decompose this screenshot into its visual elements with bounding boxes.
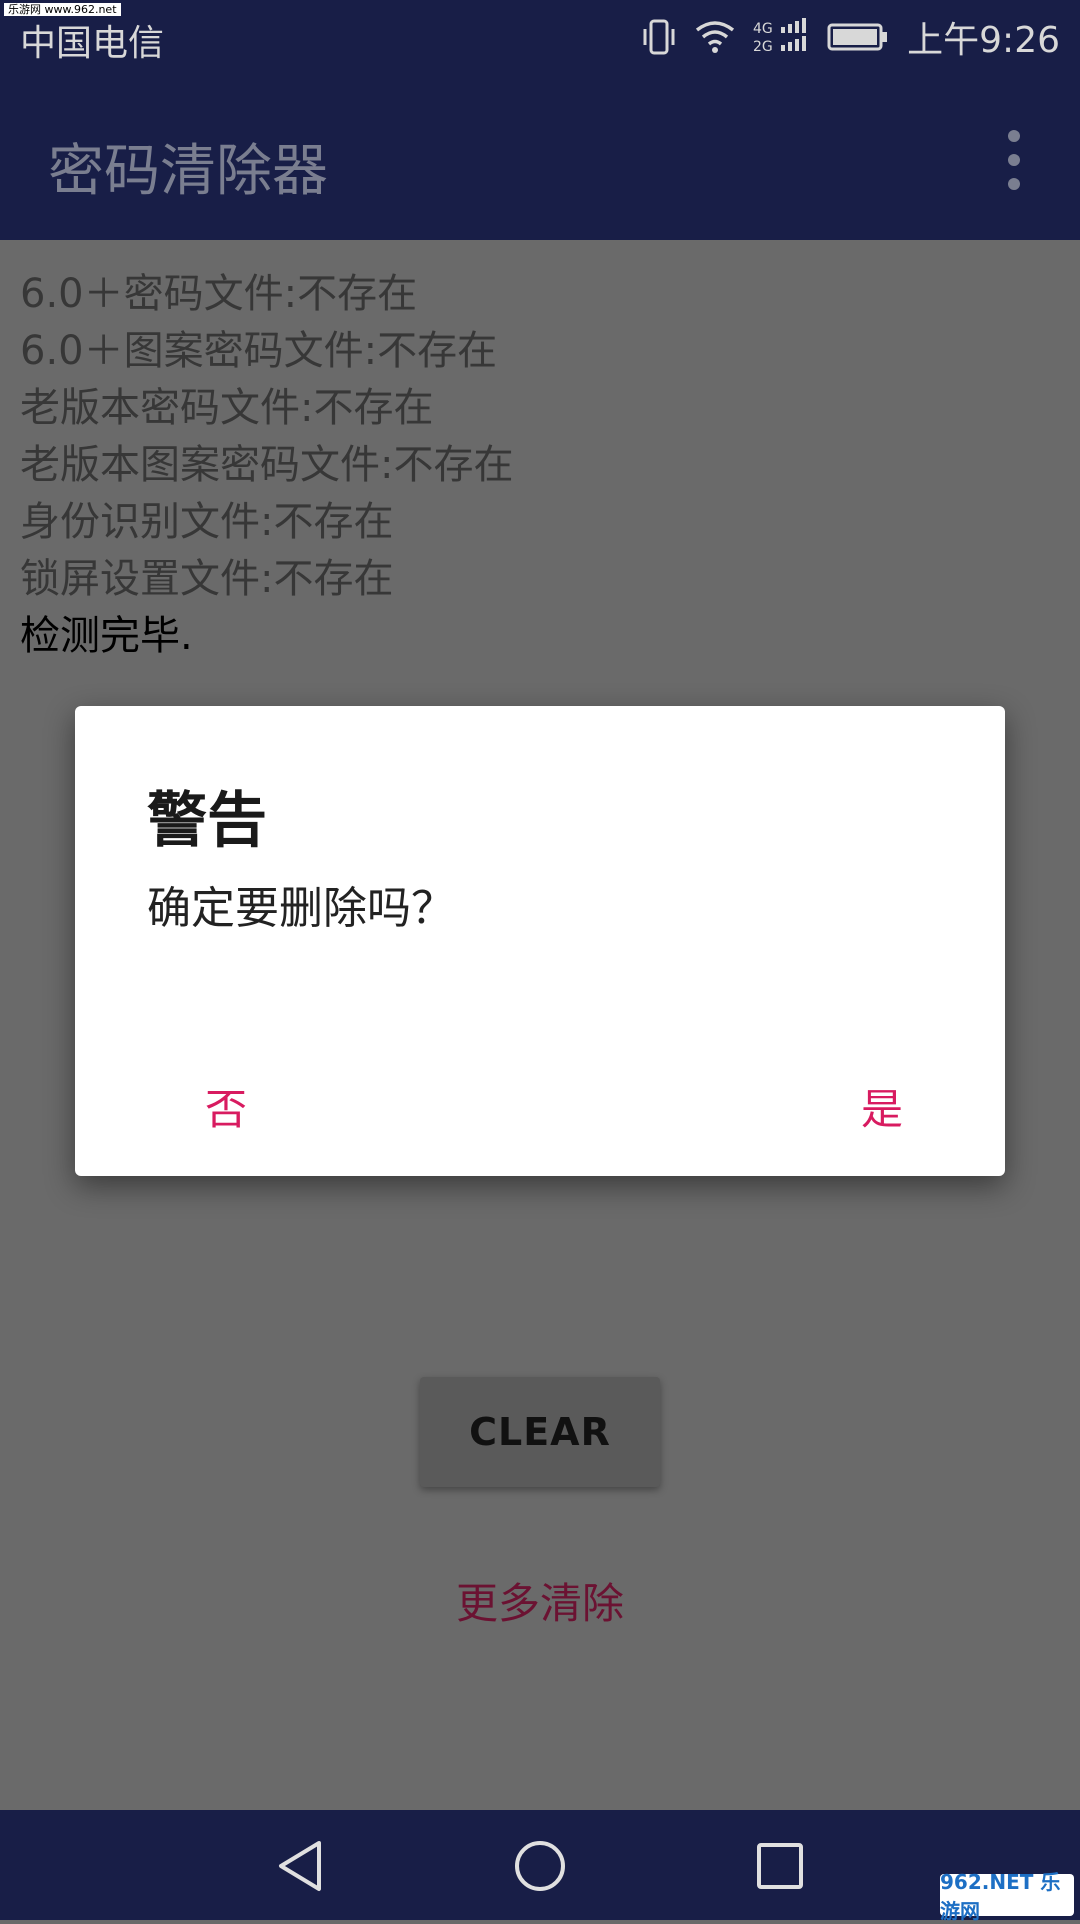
battery-icon <box>827 22 889 52</box>
status-bar: 乐游网 www.962.net 中国电信 4G 2G 上午9:26 <box>0 0 1080 74</box>
watermark-logo: 962.NET 乐游网 <box>940 1870 1074 1923</box>
app-title: 密码清除器 <box>48 139 328 204</box>
log-line: 6.0＋密码文件:不存在 <box>20 271 418 317</box>
log-line-complete: 检测完毕. <box>20 613 193 659</box>
log-line: 6.0＋图案密码文件:不存在 <box>20 328 498 374</box>
app-bar: 密码清除器 <box>0 74 1080 240</box>
log-line: 身份识别文件:不存在 <box>20 499 394 545</box>
detection-log: 6.0＋密码文件:不存在 6.0＋图案密码文件:不存在 老版本密码文件:不存在 … <box>20 266 513 665</box>
back-icon[interactable] <box>270 1838 330 1894</box>
home-icon[interactable] <box>510 1838 570 1894</box>
dialog-title: 警告 <box>147 786 267 856</box>
more-vert-icon[interactable] <box>998 130 1030 190</box>
overflow-dot <box>1008 130 1020 142</box>
carrier-label: 中国电信 <box>20 23 165 64</box>
dialog-message: 确定要删除吗？ <box>147 883 455 934</box>
recents-icon[interactable] <box>750 1838 810 1894</box>
clock-label: 上午9:26 <box>907 20 1060 61</box>
log-line: 锁屏设置文件:不存在 <box>20 556 394 602</box>
navigation-bar: 962.NET 乐游网 <box>0 1810 1080 1923</box>
vibrate-icon <box>641 17 677 57</box>
status-icons: 4G 2G 上午9:26 <box>641 14 1060 61</box>
svg-text:4G: 4G <box>753 21 773 37</box>
wifi-icon <box>695 20 735 54</box>
more-clean-link[interactable]: 更多清除 <box>0 1570 1080 1631</box>
warning-dialog: 警告 确定要删除吗？ 否 是 <box>75 706 1005 1176</box>
overflow-dot <box>1008 154 1020 166</box>
signal-4g-2g-icon: 4G 2G <box>753 17 809 57</box>
dialog-negative-button[interactable]: 否 <box>185 1070 267 1143</box>
dialog-positive-button[interactable]: 是 <box>841 1070 923 1143</box>
log-line: 老版本图案密码文件:不存在 <box>20 442 514 488</box>
log-line: 老版本密码文件:不存在 <box>20 385 434 431</box>
clear-button[interactable]: CLEAR <box>420 1377 660 1487</box>
svg-text:2G: 2G <box>753 39 773 55</box>
overflow-dot <box>1008 178 1020 190</box>
